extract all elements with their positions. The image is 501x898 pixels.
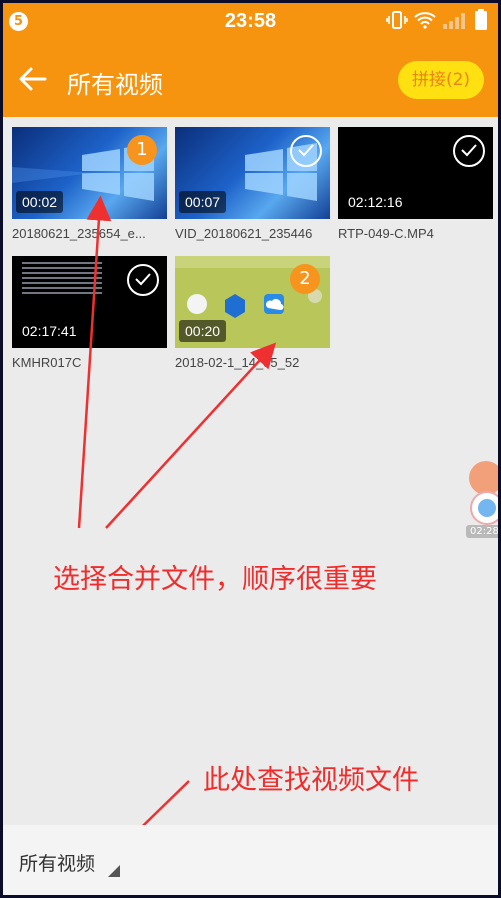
video-name: RTP-049-C.MP4 (338, 226, 434, 241)
check-icon (298, 144, 314, 157)
video-duration: 00:20 (179, 320, 227, 342)
folder-selector[interactable]: 所有视频 (19, 849, 95, 876)
phone-screen: 5 23:58 所有视频 拼接(2) 1 00:02 20180621_2356… (3, 3, 498, 895)
video-item[interactable]: 00:07 VID_20180621_235446 (175, 127, 330, 241)
video-name: VID_20180621_235446 (175, 226, 313, 241)
select-checkbox[interactable] (453, 135, 485, 167)
select-checkbox[interactable] (290, 135, 322, 167)
status-icons (386, 9, 488, 35)
selection-order-badge: 1 (127, 135, 157, 165)
status-bar: 5 23:58 (3, 3, 498, 41)
annotation-select-files: 选择合并文件，顺序很重要 (53, 564, 377, 595)
video-item[interactable]: 1 00:02 20180621_235654_e... (12, 127, 167, 241)
floating-record-time: 02:28 (466, 525, 498, 538)
vibrate-icon (386, 10, 408, 34)
video-name: KMHR017C (12, 355, 82, 370)
battery-icon (474, 9, 488, 35)
check-icon (135, 273, 151, 286)
select-checkbox[interactable] (127, 264, 159, 296)
dropdown-triangle-icon[interactable] (108, 865, 120, 877)
video-duration: 00:02 (16, 191, 64, 213)
back-arrow-icon (19, 67, 47, 91)
video-name: 2018-02-1_14_55_52 (175, 355, 300, 370)
video-duration: 00:07 (179, 191, 227, 213)
annotation-find-videos: 此处查找视频文件 (203, 765, 419, 796)
video-thumbnail[interactable]: 2 00:20 (175, 256, 330, 348)
app-bar: 所有视频 拼接(2) (3, 41, 498, 117)
video-duration: 02:12:16 (342, 191, 409, 213)
back-button[interactable] (17, 65, 49, 93)
video-thumbnail[interactable]: 1 00:02 (12, 127, 167, 219)
wifi-icon (414, 11, 436, 33)
signal-icon (442, 11, 468, 33)
join-button[interactable]: 拼接(2) (398, 61, 484, 99)
folder-selector-bar: 所有视频 (3, 825, 498, 895)
check-icon (461, 144, 477, 157)
video-thumbnail[interactable]: 00:07 (175, 127, 330, 219)
video-thumbnail[interactable]: 02:12:16 (338, 127, 493, 219)
page-title: 所有视频 (67, 71, 163, 99)
selection-order-badge: 2 (290, 264, 320, 294)
floating-camera-button[interactable] (469, 461, 498, 495)
video-item[interactable]: 02:12:16 RTP-049-C.MP4 (338, 127, 493, 241)
video-duration: 02:17:41 (16, 320, 83, 342)
video-item[interactable]: 2 00:20 2018-02-1_14_55_52 (175, 256, 330, 370)
video-item[interactable]: 02:17:41 KMHR017C (12, 256, 167, 370)
video-text-overlay (22, 262, 102, 294)
floating-record-button[interactable] (470, 491, 498, 525)
video-thumbnail[interactable]: 02:17:41 (12, 256, 167, 348)
video-name: 20180621_235654_e... (12, 226, 146, 241)
